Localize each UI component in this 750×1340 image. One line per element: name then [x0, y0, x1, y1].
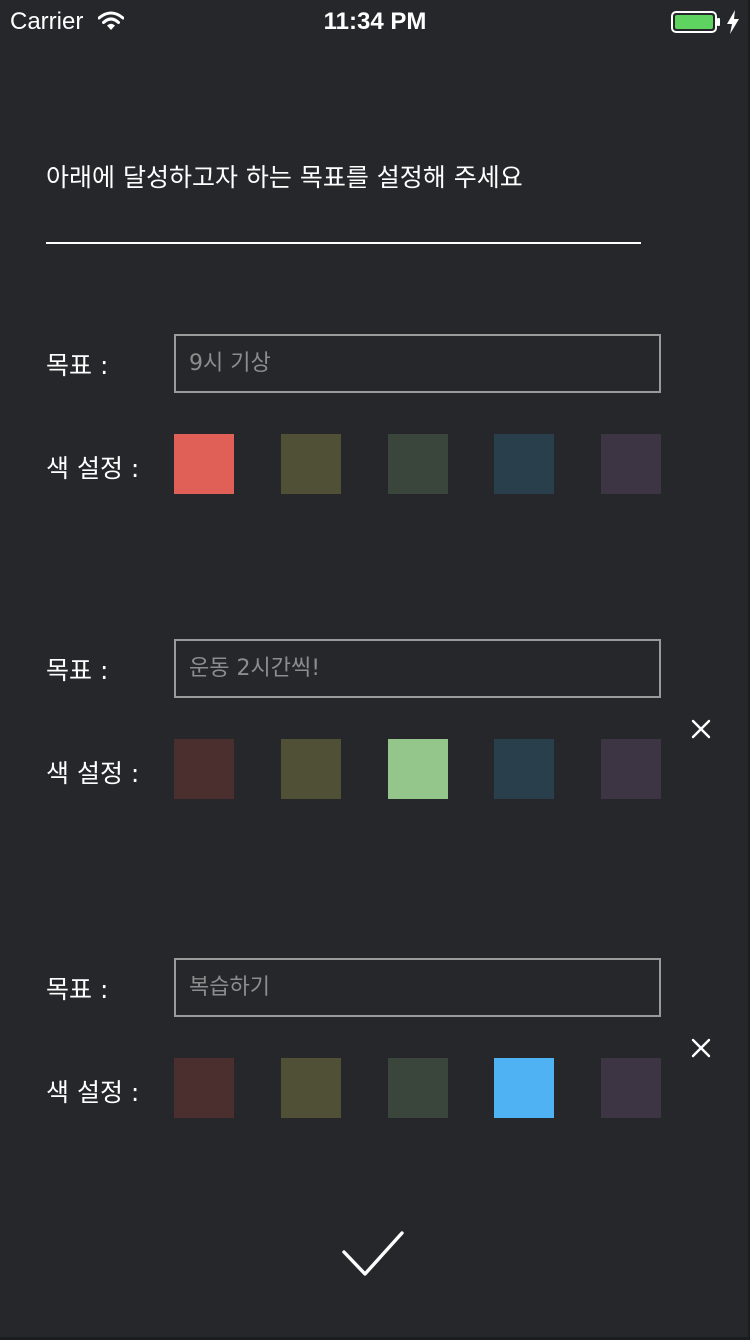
color-label: 색 설정 :	[46, 1078, 140, 1107]
color-swatch-2[interactable]	[281, 434, 341, 494]
color-swatch-2[interactable]	[281, 739, 341, 799]
goal-label: 목표 :	[46, 351, 109, 380]
goal-input[interactable]	[174, 334, 661, 393]
status-time: 11:34 PM	[323, 8, 427, 35]
instruction-divider	[46, 242, 641, 244]
goal-label: 목표 :	[46, 975, 109, 1004]
goal-input[interactable]	[174, 639, 661, 698]
status-bar: Carrier 11:34 PM	[0, 0, 750, 44]
color-swatch-3[interactable]	[388, 434, 448, 494]
color-label: 색 설정 :	[46, 759, 140, 788]
color-swatch-1[interactable]	[174, 739, 234, 799]
color-swatch-4[interactable]	[494, 739, 554, 799]
checkmark-icon[interactable]	[340, 1228, 406, 1280]
color-swatch-3[interactable]	[388, 1058, 448, 1118]
color-swatch-5[interactable]	[601, 739, 661, 799]
color-swatch-3[interactable]	[388, 739, 448, 799]
color-swatch-4[interactable]	[494, 434, 554, 494]
color-swatch-1[interactable]	[174, 1058, 234, 1118]
color-swatch-5[interactable]	[601, 434, 661, 494]
goal-input[interactable]	[174, 958, 661, 1017]
color-swatch-5[interactable]	[601, 1058, 661, 1118]
charging-bolt-icon	[727, 10, 739, 34]
goal-label: 목표 :	[46, 656, 109, 685]
color-swatch-1[interactable]	[174, 434, 234, 494]
color-swatch-4[interactable]	[494, 1058, 554, 1118]
instruction-text: 아래에 달성하고자 하는 목표를 설정해 주세요	[46, 163, 523, 192]
color-swatch-2[interactable]	[281, 1058, 341, 1118]
close-icon[interactable]	[686, 1033, 716, 1063]
close-icon[interactable]	[686, 714, 716, 744]
color-label: 색 설정 :	[46, 454, 140, 483]
battery-icon	[671, 11, 720, 33]
